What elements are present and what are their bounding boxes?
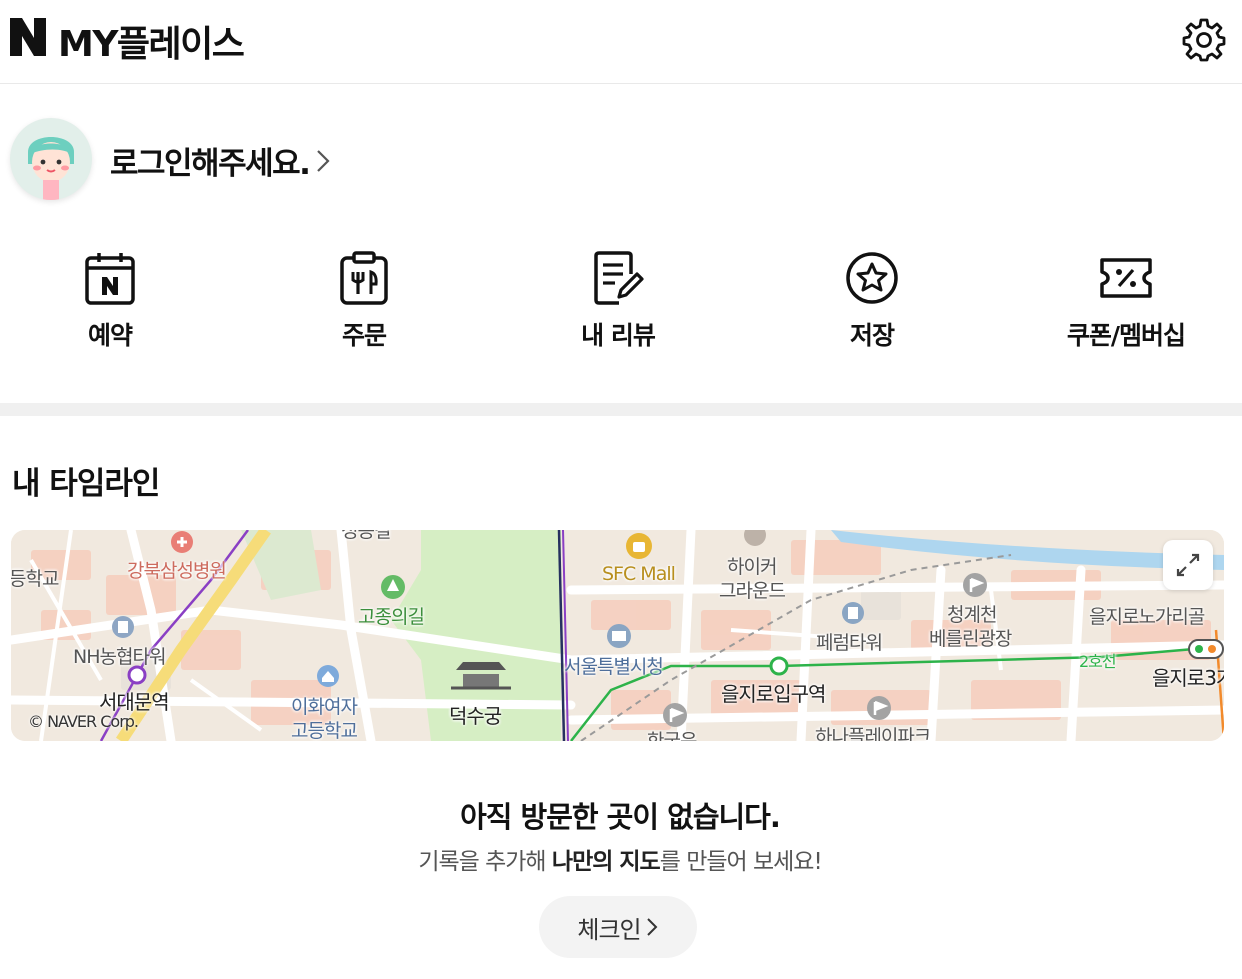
- map-label-euljiro-ipgu: 을지로입구역: [721, 682, 826, 706]
- naver-n-logo: [10, 18, 46, 56]
- empty-state-title: 아직 방문한 곳이 없습니다.: [460, 800, 781, 834]
- profile-section: 로그인해주세요.: [10, 118, 610, 204]
- map-label-cheonggye-2: 베를린광장: [929, 628, 1012, 650]
- timeline-title: 내 타임라인: [12, 466, 160, 502]
- map-label-line2: 2호선: [1079, 652, 1117, 671]
- menu-label-coupon: 쿠폰/멤버십: [1066, 321, 1186, 350]
- menu-review[interactable]: 내 리뷰: [518, 250, 718, 352]
- menu-reservation[interactable]: 예약: [10, 250, 210, 352]
- map-label-top-cut: 정동길: [341, 530, 391, 542]
- chevron-right-icon: [317, 149, 330, 172]
- expand-icon: [1176, 553, 1200, 577]
- login-text: 로그인해주세요.: [110, 146, 311, 182]
- menu-label-reservation: 예약: [87, 321, 133, 350]
- menu-saved[interactable]: 저장: [772, 250, 972, 352]
- menu-label-review: 내 리뷰: [581, 321, 656, 350]
- checkin-label: 체크인: [577, 915, 641, 944]
- avatar: [10, 118, 92, 200]
- empty-desc-bold: 나만의 지도: [551, 849, 661, 875]
- map-label-hike-2: 그라운드: [719, 580, 786, 602]
- map-label-hospital: 강북삼성병원: [127, 560, 227, 582]
- checkin-button[interactable]: 체크인: [539, 896, 697, 958]
- login-link[interactable]: 로그인해주세요.: [110, 138, 331, 183]
- map-label-hana: 하나플레이파크: [815, 726, 931, 741]
- menu-coupon[interactable]: 쿠폰/멤버십: [1026, 250, 1226, 352]
- map-label-euljiro3: 을지로3가: [1152, 666, 1224, 690]
- order-clipboard-icon: [340, 251, 388, 305]
- map-label-ewha-1: 이화여자: [291, 696, 358, 718]
- header: MY플레이스: [0, 0, 1242, 84]
- map-copyright: © NAVER Corp.: [28, 712, 139, 731]
- app-title: MY플레이스: [58, 24, 245, 65]
- empty-desc-suffix: 를 만들어 보세요!: [659, 849, 823, 875]
- review-pencil-icon: [594, 251, 644, 305]
- map-label-cheonggye-1: 청계천: [947, 604, 997, 626]
- calendar-n-icon: [85, 253, 135, 305]
- map-label-ewha-2: 고등학교: [291, 720, 358, 741]
- gear-icon: [1182, 18, 1226, 62]
- map-label-sfc-mall: SFC Mall: [602, 563, 676, 585]
- settings-button[interactable]: [1182, 18, 1226, 62]
- quick-menu: 예약 주문 내 리뷰 저장 쿠폰/멤버십: [0, 250, 1242, 370]
- menu-label-order: 주문: [341, 321, 387, 350]
- map-expand-button[interactable]: [1163, 540, 1213, 590]
- chevron-right-icon: [646, 918, 658, 936]
- map-label-seodaemun: 서대문역: [99, 690, 170, 714]
- coupon-icon: [1100, 258, 1152, 298]
- map-label-bottom-cut: 한국은: [647, 730, 697, 741]
- map-label-city-hall: 서울특별시청: [564, 656, 664, 678]
- menu-order[interactable]: 주문: [264, 250, 464, 352]
- timeline-map[interactable]: 등학교 강북삼성병원 정동길 고종의길 NH농협타워 서대문역 이화여자 고등학…: [11, 530, 1224, 741]
- map-label-school-left: 등학교: [11, 568, 59, 590]
- map-label-ferrum: 페럼타워: [816, 632, 883, 654]
- empty-state-description: 기록을 추가해 나만의 지도를 만들어 보세요!: [0, 842, 1240, 876]
- map-label-gojong-road: 고종의길: [358, 606, 425, 628]
- star-circle-icon: [846, 252, 898, 304]
- map-label-deoksugung: 덕수궁: [449, 704, 502, 728]
- map-label-euljiro-nogari: 을지로노가리골: [1089, 606, 1205, 628]
- empty-desc-prefix: 기록을 추가해: [418, 849, 552, 875]
- section-divider: [0, 403, 1242, 416]
- menu-label-saved: 저장: [849, 321, 895, 350]
- map-label-hike-1: 하이커: [727, 556, 777, 578]
- map-label-nh-tower: NH농협타워: [73, 646, 166, 668]
